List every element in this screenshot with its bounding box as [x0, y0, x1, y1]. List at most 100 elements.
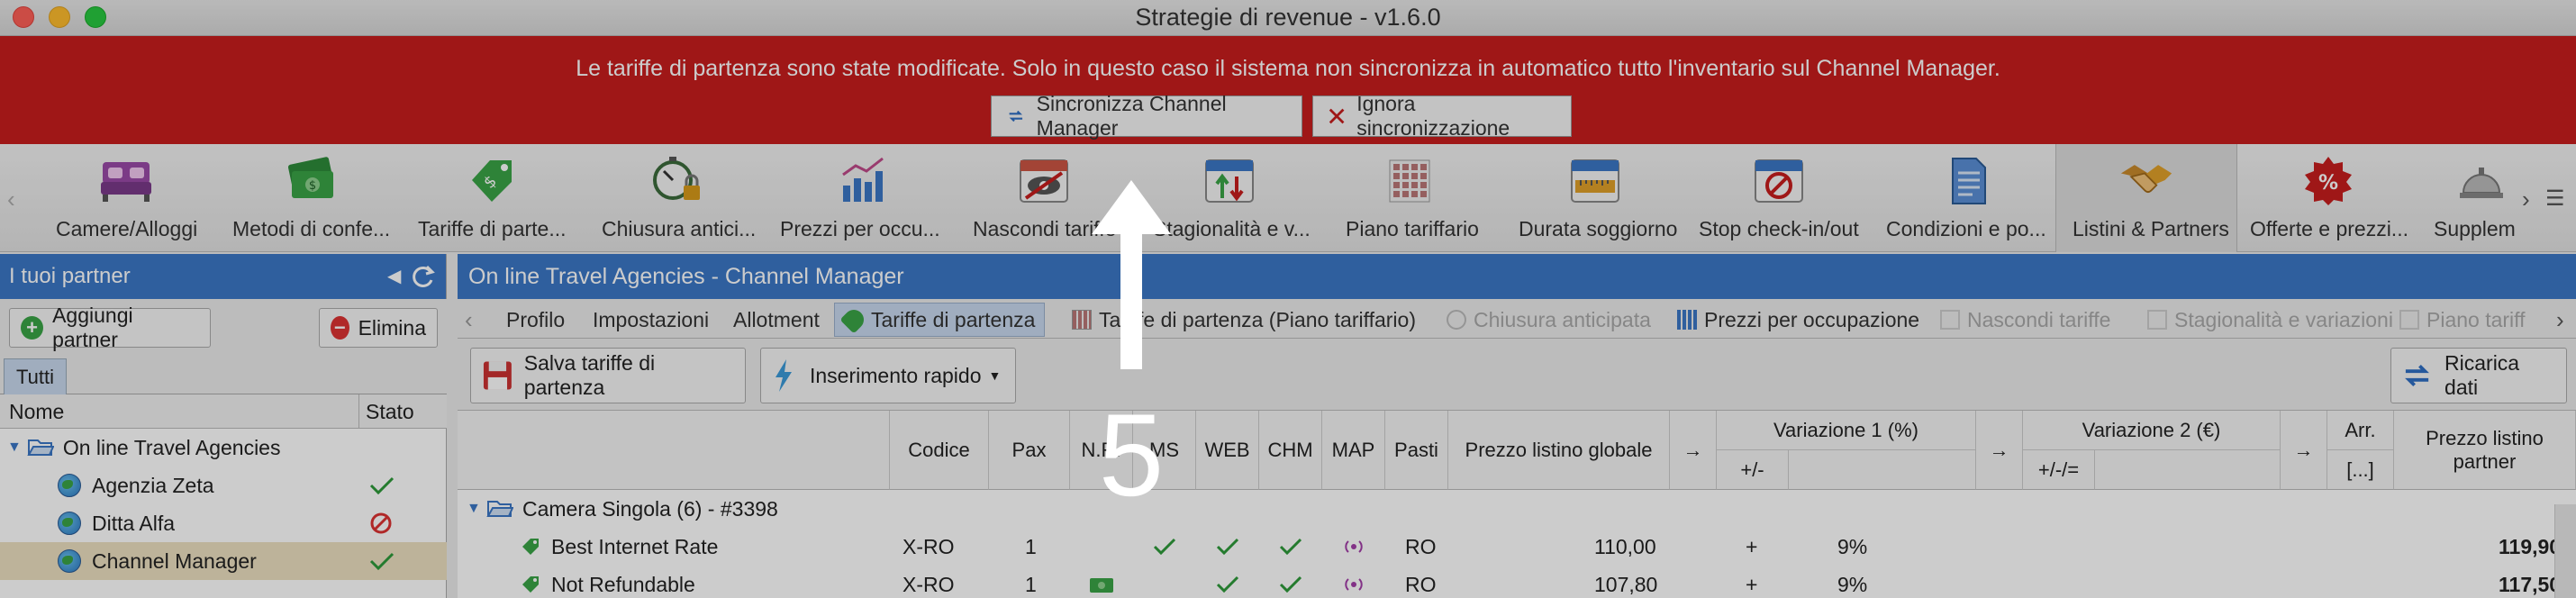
- col-var2-header[interactable]: Variazione 2 (€): [2023, 411, 2281, 450]
- module-durata[interactable]: Durata soggiorno: [1510, 144, 1681, 252]
- check-icon[interactable]: [1216, 537, 1239, 557]
- tab-label: Chiusura anticipata: [1474, 307, 1651, 331]
- col-map-header[interactable]: MAP: [1322, 411, 1385, 490]
- partners-panel: I tuoi partner ◀ + Aggiungi partner − El…: [0, 254, 447, 598]
- rate-row[interactable]: Not Refundable X-RO 1 RO 107,80 + 9% 117…: [458, 566, 2576, 598]
- tab-tutti[interactable]: Tutti: [4, 358, 67, 394]
- module-metodi[interactable]: $ Metodi di confe...: [222, 144, 402, 252]
- partner-row[interactable]: Agenzia Zeta: [0, 467, 447, 504]
- delete-partner-label: Elimina: [358, 315, 426, 340]
- calendar-eye-icon: [1017, 153, 1071, 207]
- folder-open-icon: [27, 439, 54, 456]
- rate-var1-sign: +: [1746, 535, 1758, 558]
- module-tariffe[interactable]: $ Tariffe di parte...: [407, 144, 573, 252]
- col-status-header[interactable]: Stato: [366, 400, 414, 424]
- ignore-button-label: Ignora sincronizzazione: [1356, 92, 1510, 140]
- vertical-scrollbar[interactable]: [2554, 504, 2576, 598]
- check-icon[interactable]: [1279, 575, 1302, 594]
- rate-pax: 1: [1025, 573, 1037, 596]
- tab-profilo[interactable]: Profilo: [506, 303, 565, 337]
- tab-impostazioni[interactable]: Impostazioni: [593, 303, 709, 337]
- check-icon[interactable]: [1216, 575, 1239, 594]
- col-pax-header[interactable]: Pax: [989, 411, 1070, 490]
- add-partner-label: Aggiungi partner: [52, 304, 133, 351]
- partner-group-row[interactable]: ▼ On line Travel Agencies: [0, 429, 447, 467]
- module-piano[interactable]: Piano tariffario: [1324, 144, 1495, 252]
- module-offerte[interactable]: % Offerte e prezzi...: [2243, 144, 2414, 252]
- rate-row[interactable]: Best Internet Rate X-RO 1 RO 110,00 + 9%…: [458, 528, 2576, 566]
- save-rates-button[interactable]: Salva tariffe di partenza: [470, 348, 746, 403]
- partner-name: Agenzia Zeta: [92, 473, 214, 497]
- col-chm-header[interactable]: CHM: [1259, 411, 1322, 490]
- partners-column-header: Nome Stato: [0, 394, 447, 429]
- col-web-header[interactable]: WEB: [1196, 411, 1259, 490]
- broadcast-icon[interactable]: [1342, 575, 1365, 594]
- rate-var1-sign: +: [1746, 573, 1758, 596]
- partner-detail-panel: On line Travel Agencies - Channel Manage…: [458, 254, 2576, 598]
- module-label: Stop check-in/out: [1699, 217, 1859, 240]
- module-prezzi[interactable]: Prezzi per occu...: [775, 144, 955, 252]
- module-supplementi[interactable]: Supplem: [2432, 144, 2531, 252]
- tab-tariffe-di-partenza[interactable]: Tariffe di partenza: [834, 303, 1046, 337]
- reload-data-button[interactable]: Ricarica dati: [2390, 348, 2567, 403]
- broadcast-icon[interactable]: [1342, 537, 1365, 557]
- remove-icon: −: [331, 316, 349, 340]
- collapse-left-icon[interactable]: ◀: [387, 265, 401, 287]
- globe-icon: [58, 549, 81, 573]
- refresh-icon[interactable]: [409, 263, 436, 290]
- tab-stagionalita[interactable]: Stagionalità e variazioni: [2147, 303, 2393, 337]
- col-global-price-header[interactable]: Prezzo listino globale: [1448, 411, 1670, 490]
- module-stop-checkin[interactable]: Stop check-in/out: [1693, 144, 1864, 252]
- module-listini-partners[interactable]: Listini & Partners: [2055, 144, 2237, 252]
- rate-partner-price: 117,50: [2499, 573, 2562, 596]
- tabs-scroll-left-icon[interactable]: ‹: [465, 303, 473, 337]
- title-bar: Strategie di revenue - v1.6.0: [0, 0, 2576, 36]
- col-arr-header[interactable]: Arr.: [2327, 411, 2394, 450]
- ignore-sync-button[interactable]: Ignora sincronizzazione: [1312, 92, 1572, 140]
- rate-meals: RO: [1405, 535, 1437, 558]
- tab-nascondi-tariffe[interactable]: Nascondi tariffe: [1940, 303, 2110, 337]
- col-name-header[interactable]: Nome: [9, 400, 64, 424]
- tutorial-step-number: 5: [1098, 389, 1165, 521]
- col-arr-sub-header[interactable]: [...]: [2327, 450, 2394, 490]
- add-icon: +: [21, 316, 44, 340]
- expand-triangle-icon[interactable]: ▼: [467, 501, 481, 517]
- chevron-down-icon: ▼: [988, 368, 1002, 383]
- room-group-row[interactable]: ▼ Camera Singola (6) - #3398: [458, 490, 2576, 528]
- add-partner-button[interactable]: + Aggiungi partner: [9, 304, 211, 351]
- service-bell-icon: [2454, 153, 2508, 207]
- col-var1-sign-header[interactable]: +/-: [1717, 450, 1789, 490]
- tab-chiusura-anticipata[interactable]: Chiusura anticipata: [1447, 303, 1651, 337]
- module-camere[interactable]: Camere/Alloggi: [36, 144, 216, 252]
- col-meals-header[interactable]: Pasti: [1385, 411, 1448, 490]
- partner-row[interactable]: Ditta Alfa: [0, 504, 447, 542]
- room-group-label: Camera Singola (6) - #3398: [522, 497, 778, 521]
- delete-partner-button[interactable]: − Elimina: [319, 308, 438, 348]
- scroll-right-icon[interactable]: ›: [2522, 186, 2530, 213]
- expand-triangle-icon[interactable]: ▼: [7, 439, 22, 456]
- col-var2-sign-header[interactable]: +/-/=: [2023, 450, 2095, 490]
- sync-channel-manager-button[interactable]: Sincronizza Channel Manager: [991, 92, 1302, 140]
- tab-piano-tariffario[interactable]: Piano tariff: [2399, 303, 2526, 337]
- tabs-scroll-right-icon[interactable]: ›: [2556, 303, 2564, 337]
- list-menu-icon[interactable]: ☰: [2545, 186, 2565, 212]
- tab-allotment[interactable]: Allotment: [733, 303, 820, 337]
- rate-global-price: 107,80: [1594, 573, 1658, 596]
- col-code-header[interactable]: Codice: [890, 411, 989, 490]
- check-icon[interactable]: [1279, 537, 1302, 557]
- col-partner-price-header[interactable]: Prezzo listino partner: [2394, 411, 2576, 490]
- quick-insert-button[interactable]: Inserimento rapido ▼: [760, 348, 1016, 403]
- partner-row-selected[interactable]: Channel Manager: [0, 542, 447, 580]
- price-tag-icon: [522, 539, 539, 555]
- module-condizioni[interactable]: Condizioni e po...: [1877, 144, 2057, 252]
- money-icon[interactable]: [1088, 575, 1115, 594]
- scroll-left-icon[interactable]: ‹: [7, 186, 15, 213]
- tab-prezzi-occupazione[interactable]: Prezzi per occupazione: [1677, 303, 1919, 337]
- grid-plan-icon: [1383, 153, 1437, 207]
- partners-panel-header: I tuoi partner ◀: [0, 254, 446, 299]
- rate-partner-price: 119,90: [2499, 535, 2562, 558]
- module-chiusura[interactable]: Chiusura antici...: [591, 144, 762, 252]
- folder-open-icon: [486, 501, 513, 517]
- col-var1-header[interactable]: Variazione 1 (%): [1717, 411, 1976, 450]
- check-icon[interactable]: [1153, 537, 1176, 557]
